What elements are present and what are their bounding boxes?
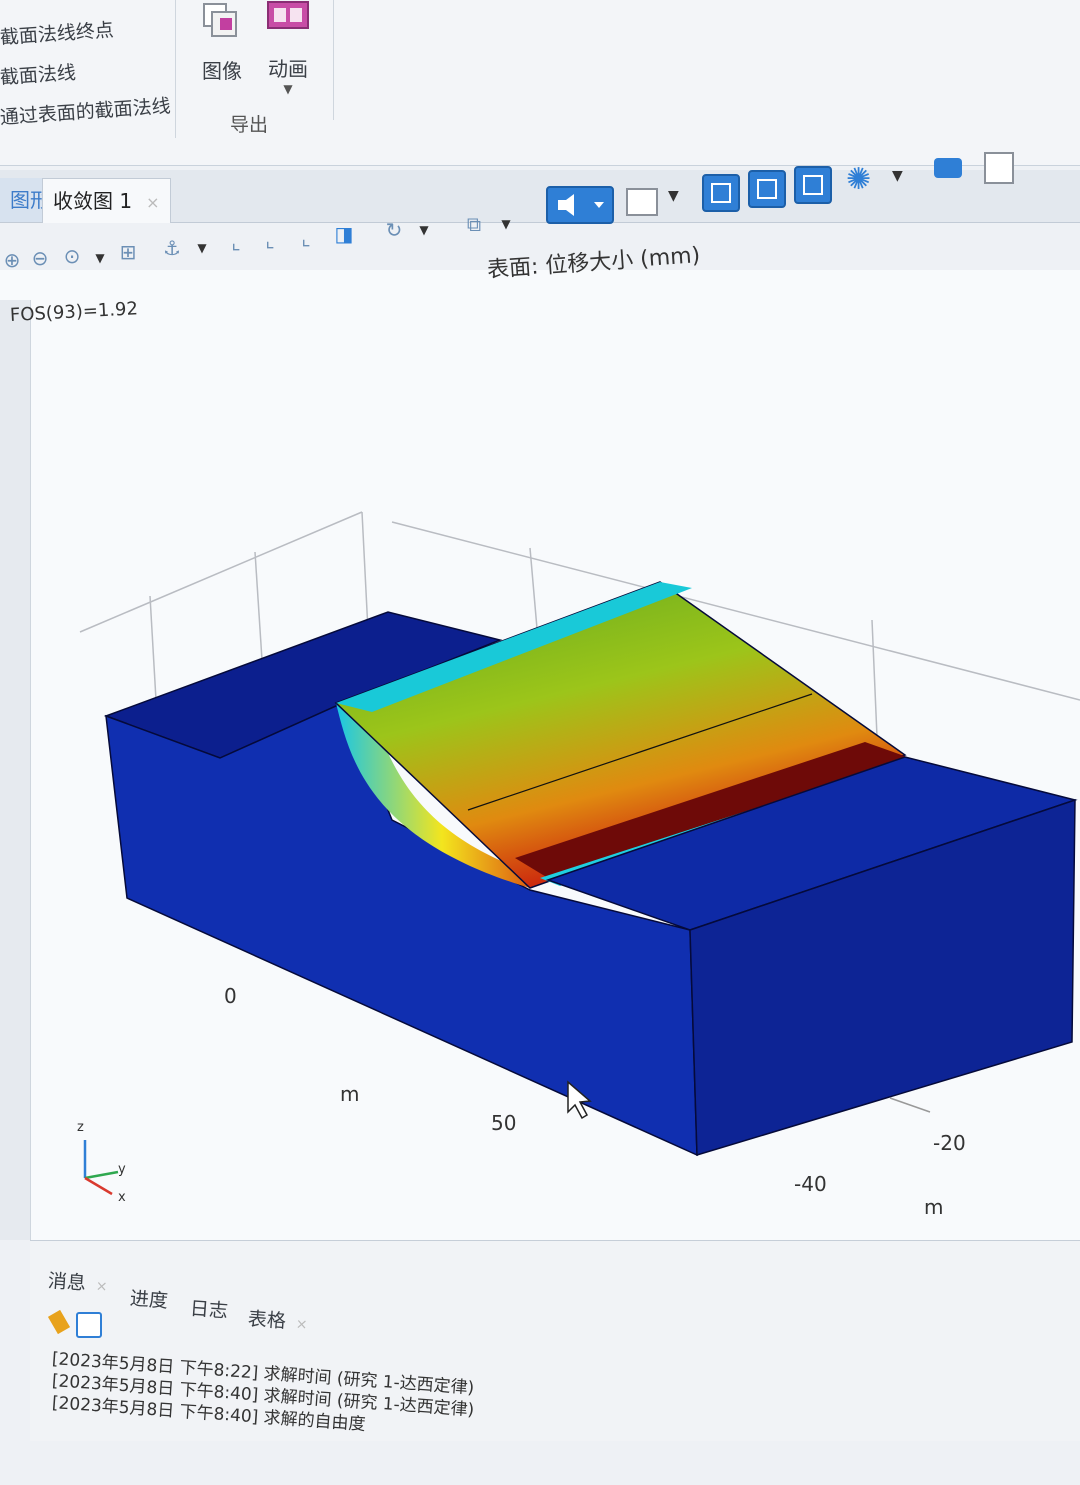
tab-messages[interactable]: 消息 × bbox=[47, 1266, 108, 1297]
triad-y-label: y bbox=[118, 1162, 126, 1177]
triad-x-label: x bbox=[118, 1190, 126, 1205]
tab-progress[interactable]: 进度 bbox=[129, 1284, 169, 1314]
tab-table-label: 表格 bbox=[247, 1307, 287, 1333]
close-icon[interactable]: × bbox=[95, 1278, 108, 1295]
slope-model-3d[interactable] bbox=[0, 0, 1080, 1440]
axis-triad bbox=[83, 1140, 119, 1196]
tab-table[interactable]: 表格 × bbox=[247, 1304, 308, 1335]
tab-log[interactable]: 日志 bbox=[189, 1294, 229, 1324]
axis-unit-x: m bbox=[340, 1082, 360, 1106]
axis-tick-y-neg40: -40 bbox=[794, 1172, 827, 1196]
copy-icon[interactable] bbox=[76, 1312, 102, 1338]
tab-messages-label: 消息 bbox=[47, 1269, 87, 1295]
axis-tick-x-50: 50 bbox=[491, 1111, 517, 1135]
tab-progress-label: 进度 bbox=[129, 1287, 169, 1313]
tab-log-label: 日志 bbox=[189, 1297, 229, 1323]
axis-tick bbox=[889, 1097, 931, 1113]
message-log: [2023年5月8日 下午8:22] 求解时间 (研究 1-达西定律) [202… bbox=[51, 1348, 1072, 1435]
axis-tick-y-neg20: -20 bbox=[933, 1131, 966, 1155]
axis-unit-y: m bbox=[924, 1195, 944, 1219]
triad-z-label: z bbox=[77, 1120, 84, 1135]
axis-tick-x-0: 0 bbox=[224, 984, 237, 1008]
close-icon[interactable]: × bbox=[295, 1316, 308, 1333]
